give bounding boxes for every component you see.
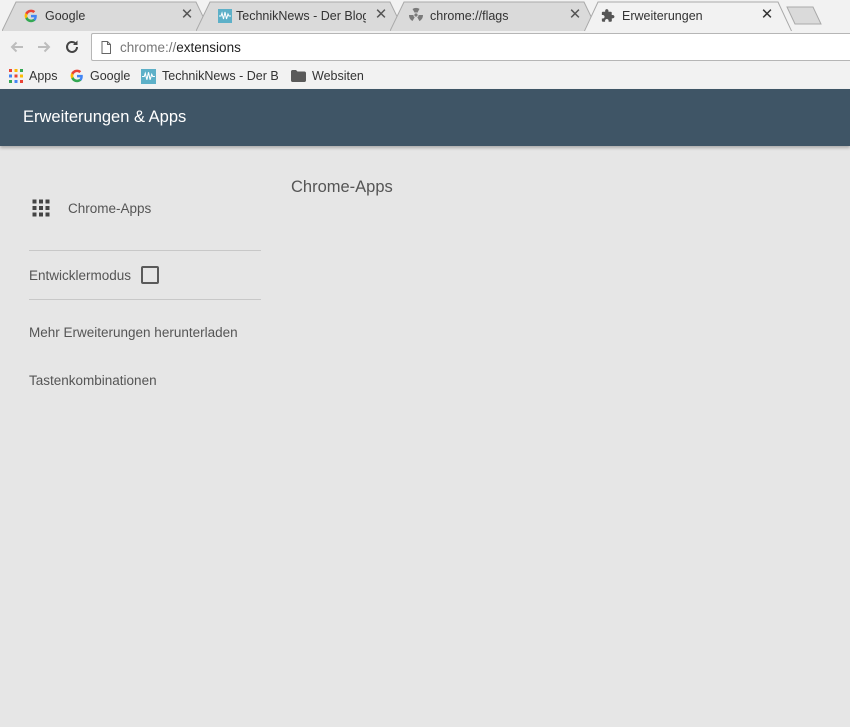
bookmark-apps[interactable]: Apps <box>9 67 58 85</box>
developer-mode-toggle[interactable]: Entwicklermodus <box>29 264 160 286</box>
tab-google[interactable]: Google ✕ <box>2 1 210 31</box>
bookmark-label: Google <box>90 69 131 83</box>
developer-mode-checkbox[interactable] <box>141 266 160 284</box>
google-g-icon <box>24 9 37 23</box>
sidebar-divider <box>29 250 261 251</box>
folder-icon <box>291 70 306 82</box>
url-text: chrome://extensions <box>120 40 241 55</box>
back-arrow-icon[interactable] <box>7 37 27 57</box>
tab-title: TechnikNews - Der Blog f <box>236 9 366 23</box>
bookmark-websiten[interactable]: Websiten <box>291 67 364 85</box>
tab-techniknews[interactable]: TechnikNews - Der Blog f ✕ <box>196 1 404 31</box>
sidebar-divider <box>29 299 261 300</box>
developer-mode-label: Entwicklermodus <box>29 267 132 283</box>
close-icon[interactable]: ✕ <box>373 7 389 23</box>
forward-arrow-icon[interactable] <box>34 37 54 57</box>
sidebar-item-chrome-apps[interactable]: Chrome-Apps <box>29 196 261 220</box>
url-scheme: chrome:// <box>120 40 177 55</box>
tab-title: Erweiterungen <box>622 9 703 23</box>
toolbar: chrome://extensions <box>0 31 850 63</box>
url-host: extensions <box>176 40 241 55</box>
bookmark-label: TechnikNews - Der Blo <box>162 69 278 83</box>
google-g-icon <box>70 69 83 83</box>
bookmark-google[interactable]: Google <box>70 67 130 85</box>
bookmark-label: Websiten <box>312 69 364 83</box>
section-title: Chrome-Apps <box>291 178 393 196</box>
tab-flags[interactable]: chrome://flags ✕ <box>390 1 598 31</box>
radiation-icon <box>408 7 424 22</box>
puzzle-icon <box>601 9 615 22</box>
close-icon[interactable]: ✕ <box>179 7 195 23</box>
tab-strip: Google ✕ TechnikNews - Der Blog f ✕ chro… <box>0 0 850 32</box>
address-bar[interactable]: chrome://extensions <box>91 33 850 61</box>
close-icon[interactable]: ✕ <box>567 7 583 23</box>
apps-grid-icon <box>9 69 23 83</box>
close-icon[interactable]: ✕ <box>759 7 775 23</box>
new-tab-button[interactable] <box>786 6 822 26</box>
techniknews-icon <box>218 9 232 23</box>
page-icon <box>101 41 111 54</box>
bookmark-label: Apps <box>29 69 58 83</box>
tab-erweiterungen[interactable]: Erweiterungen ✕ <box>584 1 792 32</box>
keyboard-shortcuts-link[interactable]: Tastenkombinationen <box>29 373 157 388</box>
more-extensions-link[interactable]: Mehr Erweiterungen herunterladen <box>29 325 238 340</box>
bookmark-techniknews[interactable]: TechnikNews - Der Blo <box>141 67 278 85</box>
techniknews-icon <box>141 68 156 84</box>
sidebar-item-label: Chrome-Apps <box>68 200 152 216</box>
reload-icon[interactable] <box>62 37 82 57</box>
bookmarks-bar: Apps Google TechnikNews - Der Blo Websit… <box>0 63 850 89</box>
tab-title: chrome://flags <box>430 9 509 23</box>
page-header: Erweiterungen & Apps <box>0 89 850 146</box>
apps-grid-icon <box>32 199 50 217</box>
tab-title: Google <box>45 9 86 23</box>
page-title: Erweiterungen & Apps <box>23 108 187 126</box>
